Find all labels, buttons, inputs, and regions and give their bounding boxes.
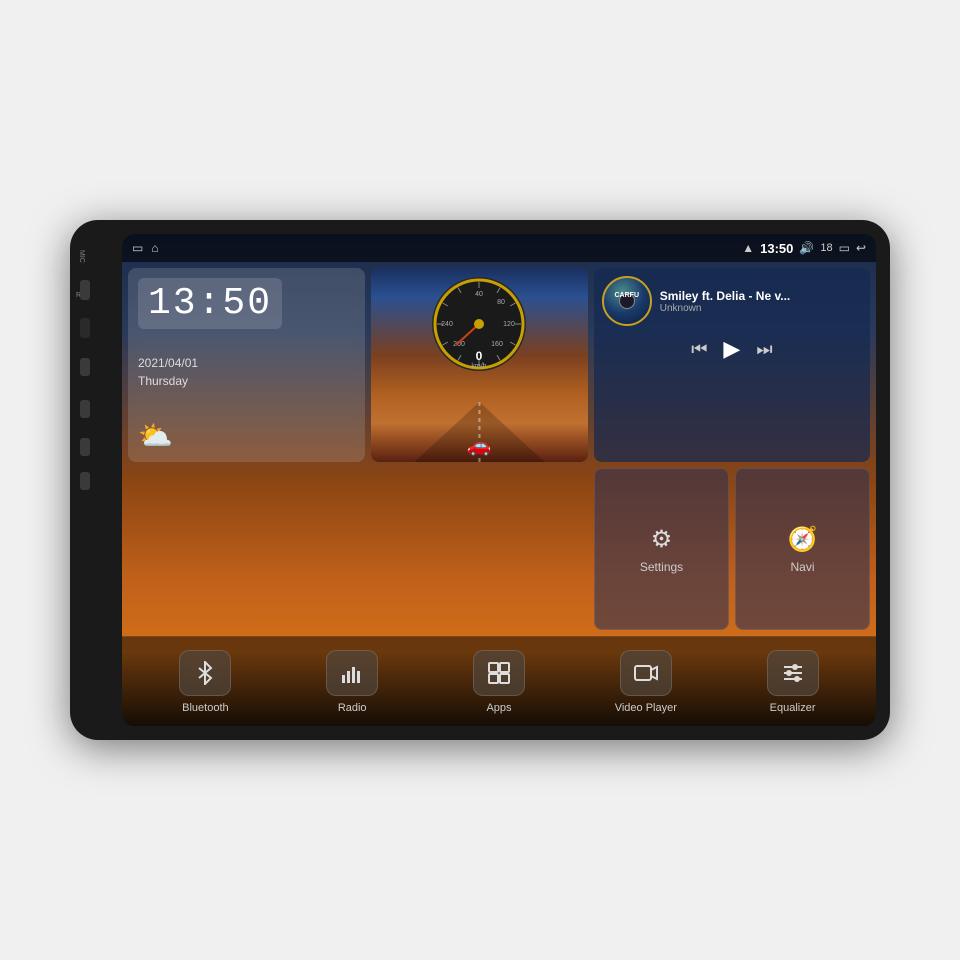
equalizer-app[interactable]: Equalizer — [719, 650, 866, 714]
clock-widget: 13:50 2021/04/01 Thursday ⛅ — [128, 268, 365, 462]
apps-label: Apps — [486, 702, 511, 714]
back-nav-icon: ↩ — [856, 241, 866, 255]
screen-icon: ▭ — [839, 241, 850, 255]
play-button[interactable]: ▶ — [723, 336, 740, 362]
car-icon: 🚗 — [467, 433, 492, 458]
side-btn-home[interactable] — [80, 400, 90, 418]
spacer-left — [128, 468, 588, 630]
wifi-icon: ▲ — [742, 241, 754, 255]
svg-text:40: 40 — [475, 291, 483, 298]
speedometer-gauge: 40 80 120 160 200 240 — [429, 274, 529, 379]
settings-navi-row: ⚙ Settings 🧭 Navi — [594, 468, 870, 630]
svg-text:80: 80 — [497, 299, 505, 306]
status-right: ▲ 13:50 🔊 18 ▭ ↩ — [742, 241, 866, 256]
bottom-app-bar: Bluetooth Radio — [122, 636, 876, 726]
navi-button[interactable]: 🧭 Navi — [735, 468, 870, 630]
bluetooth-icon — [193, 661, 217, 685]
radio-label: Radio — [338, 702, 367, 714]
music-artist: Unknown — [660, 303, 862, 314]
bluetooth-app[interactable]: Bluetooth — [132, 650, 279, 714]
side-btn-vol[interactable] — [80, 438, 90, 456]
svg-text:160: 160 — [491, 341, 503, 348]
apps-app[interactable]: Apps — [426, 650, 573, 714]
equalizer-label: Equalizer — [770, 702, 816, 714]
radio-app[interactable]: Radio — [279, 650, 426, 714]
radio-icon-box — [326, 650, 378, 696]
album-art: CARFU — [602, 276, 652, 326]
settings-button[interactable]: ⚙ Settings — [594, 468, 729, 630]
side-btn-rst[interactable] — [80, 318, 90, 338]
side-btn-power[interactable] — [80, 358, 90, 376]
status-bar: ▭ ⌂ ▲ 13:50 🔊 18 ▭ ↩ — [122, 234, 876, 262]
music-info: Smiley ft. Delia - Ne v... Unknown — [660, 289, 862, 314]
volume-level: 18 — [820, 242, 832, 254]
music-controls: ⏮ ▶ ⏭ — [602, 330, 862, 368]
svg-text:km/h: km/h — [472, 363, 487, 370]
next-button[interactable]: ⏭ — [756, 339, 772, 360]
volume-icon: 🔊 — [799, 241, 814, 255]
music-widget: CARFU Smiley ft. Delia - Ne v... Unknown… — [594, 268, 870, 462]
equalizer-icon — [781, 661, 805, 685]
road-view: 🚗 — [371, 379, 588, 462]
weather-icon: ⛅ — [138, 419, 173, 452]
music-title: Smiley ft. Delia - Ne v... — [660, 289, 862, 303]
video-icon — [634, 661, 658, 685]
clock-date: 2021/04/01 Thursday — [138, 354, 198, 390]
prev-button[interactable]: ⏮ — [691, 339, 707, 360]
video-label: Video Player — [615, 702, 677, 714]
mic-label: MIC — [78, 250, 85, 263]
second-row: ⚙ Settings 🧭 Navi — [128, 468, 870, 630]
video-icon-box — [620, 650, 672, 696]
svg-text:120: 120 — [503, 321, 515, 328]
side-btn-back[interactable] — [80, 472, 90, 490]
side-btn-1[interactable] — [80, 280, 90, 300]
window-icon: ▭ — [132, 241, 143, 255]
apps-icon — [487, 661, 511, 685]
main-content: 13:50 2021/04/01 Thursday ⛅ — [122, 262, 876, 636]
settings-icon: ⚙ — [651, 525, 673, 554]
home-icon: ⌂ — [151, 241, 158, 255]
screen: ▭ ⌂ ▲ 13:50 🔊 18 ▭ ↩ 13:50 — [122, 234, 876, 726]
clock-display: 13:50 — [138, 278, 282, 329]
car-headunit-device: MIC RST ▭ ⌂ ▲ 13:50 🔊 18 ▭ — [70, 220, 890, 740]
navi-label: Navi — [790, 560, 814, 574]
equalizer-icon-box — [767, 650, 819, 696]
day-value: Thursday — [138, 372, 198, 390]
side-buttons — [80, 280, 90, 490]
settings-label: Settings — [640, 560, 683, 574]
carfu-label: CARFU — [615, 292, 640, 299]
svg-text:0: 0 — [476, 349, 483, 363]
status-time: 13:50 — [760, 241, 793, 256]
bluetooth-icon-box — [179, 650, 231, 696]
status-left: ▭ ⌂ — [132, 241, 159, 255]
svg-text:240: 240 — [441, 321, 453, 328]
music-top: CARFU Smiley ft. Delia - Ne v... Unknown — [602, 276, 862, 326]
top-row: 13:50 2021/04/01 Thursday ⛅ — [128, 268, 870, 462]
bluetooth-label: Bluetooth — [182, 702, 228, 714]
apps-icon-box — [473, 650, 525, 696]
date-value: 2021/04/01 — [138, 354, 198, 372]
radio-icon — [340, 661, 364, 685]
screen-wrapper: ▭ ⌂ ▲ 13:50 🔊 18 ▭ ↩ 13:50 — [122, 234, 876, 726]
navi-icon: 🧭 — [788, 525, 818, 554]
speedo-widget: 40 80 120 160 200 240 — [371, 268, 588, 462]
video-player-app[interactable]: Video Player — [572, 650, 719, 714]
